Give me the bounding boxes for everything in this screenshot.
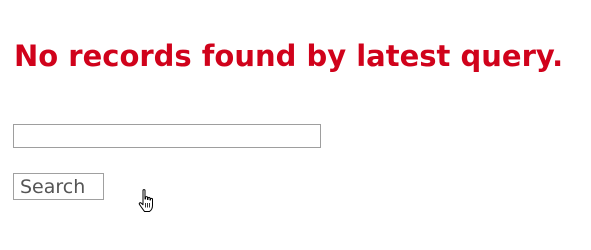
hand-pointer-icon	[138, 189, 153, 212]
search-button[interactable]: Search	[13, 173, 104, 200]
no-records-message: No records found by latest query.	[14, 39, 564, 73]
search-input[interactable]	[13, 124, 321, 148]
